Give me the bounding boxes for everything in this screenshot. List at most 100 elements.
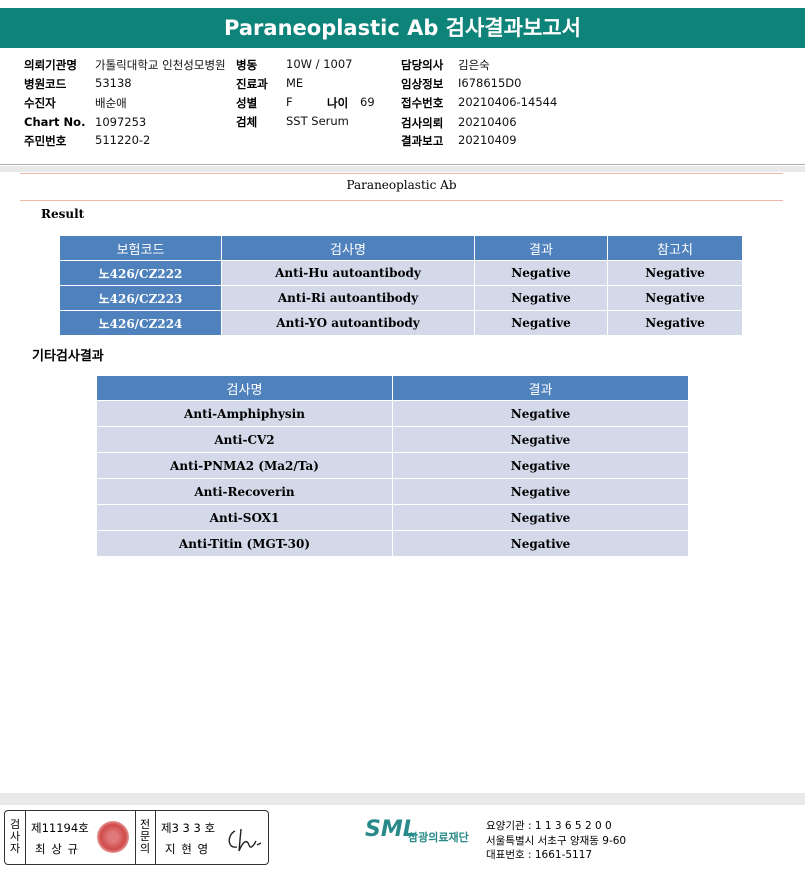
test-result: Negative [392, 452, 689, 479]
ward-label: 병동 [236, 58, 258, 72]
col-header-test: 검사명 [96, 375, 393, 401]
test-name: Anti-Ri autoantibody [221, 285, 475, 311]
other-results-label: 기타검사결과 [32, 349, 104, 364]
hospital-code-value: 53138 [95, 76, 132, 90]
dept-label: 진료과 [236, 77, 268, 91]
request-date-label: 검사의뢰 [401, 116, 444, 130]
test-result: Negative [392, 530, 689, 557]
test-result: Negative [474, 260, 608, 286]
section-rule-top [20, 173, 783, 174]
sex-label: 성별 [236, 96, 258, 110]
sml-logo: SML 삼광의료재단 [365, 817, 469, 844]
footer-separator [0, 793, 805, 805]
report-date-label: 결과보고 [401, 134, 444, 148]
table-row: Anti-PNMA2 (Ma2/Ta) Negative [96, 452, 689, 479]
receipt-label: 접수번호 [401, 96, 444, 110]
age-value: 69 [360, 95, 375, 109]
specialist-label: 전문의 [139, 818, 151, 855]
table-row: Anti-CV2 Negative [96, 426, 689, 453]
header-separator [0, 166, 805, 172]
patient-label: 수진자 [24, 96, 56, 110]
test-result: Negative [474, 285, 608, 311]
result-table-header: 보험코드 검사명 결과 참고치 [59, 235, 743, 261]
insurance-code: 노426/CZ224 [59, 310, 222, 336]
insurance-code: 노426/CZ223 [59, 285, 222, 311]
table-row: Anti-Amphiphysin Negative [96, 400, 689, 427]
other-results-table: 검사명 결과 Anti-Amphiphysin Negative Anti-CV2… [96, 375, 689, 557]
age-label: 나이 [327, 96, 349, 110]
test-name: Anti-Recoverin [96, 478, 393, 505]
section-title: Paraneoplastic Ab [346, 178, 457, 192]
table-row: 노426/CZ224 Anti-YO autoantibody Negative… [59, 310, 743, 336]
ward-value: 10W / 1007 [286, 57, 353, 71]
report-title: Paraneoplastic Ab 검사결과보고서 [0, 8, 805, 48]
tester-label: 검사자 [9, 818, 21, 855]
table-row: Anti-Titin (MGT-30) Negative [96, 530, 689, 557]
specialist-license: 제3 3 3 호 [161, 821, 216, 835]
insurance-code: 노426/CZ222 [59, 260, 222, 286]
footer: 검사자 제11194호 최 상 규 전문의 제3 3 3 호 지 현 영 SML… [0, 805, 805, 874]
test-result: Negative [392, 504, 689, 531]
request-date-value: 20210406 [458, 115, 517, 129]
signature-icon [228, 828, 262, 852]
tester-name: 최 상 규 [35, 842, 80, 856]
doctor-value: 김은숙 [458, 58, 490, 72]
receipt-value: 20210406-14544 [458, 95, 558, 109]
test-name: Anti-Hu autoantibody [221, 260, 475, 286]
logo-text: 삼광의료재단 [408, 831, 469, 844]
specialist-name: 지 현 영 [165, 842, 210, 856]
test-name: Anti-PNMA2 (Ma2/Ta) [96, 452, 393, 479]
table-row: 노426/CZ223 Anti-Ri autoantibody Negative… [59, 285, 743, 311]
clinical-value: I678615D0 [458, 76, 522, 90]
org-address: 서울특별시 서초구 양재동 9-60 [486, 835, 627, 847]
divider [25, 811, 26, 864]
org-phone: 대표번호 : 1661-5117 [486, 849, 593, 861]
patient-header: 의뢰기관명 가톨릭대학교 인천성모병원 병동 10W / 1007 담당의사 김… [0, 50, 805, 165]
test-name: Anti-Titin (MGT-30) [96, 530, 393, 557]
reference-value: Negative [607, 310, 743, 336]
result-label: Result [41, 207, 85, 221]
chart-value: 1097253 [95, 115, 147, 129]
reference-value: Negative [607, 260, 743, 286]
test-result: Negative [474, 310, 608, 336]
tester-license: 제11194호 [31, 821, 89, 835]
divider [135, 811, 136, 864]
chart-label: Chart No. [24, 115, 86, 129]
test-name: Anti-CV2 [96, 426, 393, 453]
col-header-reference: 참고치 [607, 235, 743, 261]
test-result: Negative [392, 478, 689, 505]
test-name: Anti-Amphiphysin [96, 400, 393, 427]
col-header-test: 검사명 [221, 235, 475, 261]
table-row: Anti-SOX1 Negative [96, 504, 689, 531]
id-value: 511220-2 [95, 133, 151, 147]
table-row: 노426/CZ222 Anti-Hu autoantibody Negative… [59, 260, 743, 286]
section-rule-bottom [20, 200, 783, 201]
seal-stamp [97, 821, 129, 853]
specimen-value: SST Serum [286, 114, 349, 128]
test-name: Anti-YO autoantibody [221, 310, 475, 336]
reference-value: Negative [607, 285, 743, 311]
patient-value: 배순애 [95, 96, 127, 110]
id-label: 주민번호 [24, 134, 67, 148]
dept-value: ME [286, 76, 304, 90]
test-result: Negative [392, 400, 689, 427]
col-header-code: 보험코드 [59, 235, 222, 261]
report-date-value: 20210409 [458, 133, 517, 147]
hospital-code-label: 병원코드 [24, 77, 67, 91]
col-header-result: 결과 [392, 375, 689, 401]
sex-value: F [286, 95, 293, 109]
other-table-header: 검사명 결과 [96, 375, 689, 401]
org-code: 요양기관 : 1 1 3 6 5 2 0 0 [486, 820, 612, 832]
divider [155, 811, 156, 864]
institution-label: 의뢰기관명 [24, 58, 77, 72]
institution-value: 가톨릭대학교 인천성모병원 [95, 58, 226, 72]
table-row: Anti-Recoverin Negative [96, 478, 689, 505]
test-name: Anti-SOX1 [96, 504, 393, 531]
result-table: 보험코드 검사명 결과 참고치 노426/CZ222 Anti-Hu autoa… [59, 235, 743, 336]
col-header-result: 결과 [474, 235, 608, 261]
test-result: Negative [392, 426, 689, 453]
signature-box: 검사자 제11194호 최 상 규 전문의 제3 3 3 호 지 현 영 [4, 810, 269, 865]
clinical-label: 임상정보 [401, 77, 444, 91]
doctor-label: 담당의사 [401, 58, 444, 72]
specimen-label: 검체 [236, 115, 258, 129]
